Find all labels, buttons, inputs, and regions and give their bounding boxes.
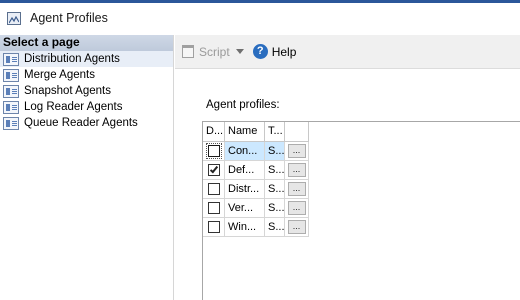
profile-properties-button[interactable]: ...: [287, 144, 306, 158]
page-icon: [3, 84, 19, 98]
sidebar-item-label: Log Reader Agents: [24, 101, 123, 113]
page-icon: [3, 116, 19, 130]
default-cell: [203, 161, 225, 180]
table-row[interactable]: Def... S......: [203, 161, 309, 180]
column-header-action: [285, 122, 309, 142]
sidebar-item-label: Merge Agents: [24, 69, 95, 81]
profile-name-cell[interactable]: Win...: [225, 218, 265, 237]
action-cell: ...: [285, 142, 309, 161]
default-cell: [203, 180, 225, 199]
script-label: Script: [199, 44, 230, 59]
window-app-icon: [7, 11, 21, 25]
main-panel: Script ? Help Agent profiles: D... Name …: [175, 35, 520, 300]
profile-type-cell[interactable]: S...: [265, 218, 285, 237]
help-icon: ?: [252, 44, 268, 59]
agent-profiles-grid: D... Name T... Con... S...... Def... S.....…: [202, 121, 520, 300]
default-cell: [203, 142, 225, 161]
table-row[interactable]: Distr... S......: [203, 180, 309, 199]
profile-name-cell[interactable]: Def...: [225, 161, 265, 180]
profile-properties-button[interactable]: ...: [287, 163, 306, 177]
grid-header: D... Name T...: [203, 122, 309, 142]
action-cell: ...: [285, 218, 309, 237]
default-checkbox[interactable]: [207, 183, 220, 195]
default-checkbox[interactable]: [207, 164, 220, 176]
sidebar-header: Select a page: [0, 35, 173, 51]
profile-name-cell[interactable]: Ver...: [225, 199, 265, 218]
action-cell: ...: [285, 161, 309, 180]
sidebar-item-log-reader-agents[interactable]: Log Reader Agents: [0, 99, 173, 115]
action-cell: ...: [285, 199, 309, 218]
sidebar-item-label: Distribution Agents: [24, 53, 120, 65]
sidebar-item-label: Snapshot Agents: [24, 85, 111, 97]
profile-properties-button[interactable]: ...: [287, 201, 306, 215]
title-bar: Agent Profiles: [0, 3, 520, 33]
script-icon: [182, 45, 194, 58]
profile-type-cell[interactable]: S...: [265, 180, 285, 199]
sidebar-item-snapshot-agents[interactable]: Snapshot Agents: [0, 83, 173, 99]
script-button[interactable]: Script: [182, 45, 230, 59]
page-selector-panel: Select a page Distribution Agents Merge A…: [0, 35, 174, 300]
help-button[interactable]: ? Help: [252, 44, 297, 59]
checkmark-icon: [209, 164, 218, 174]
sidebar-item-queue-reader-agents[interactable]: Queue Reader Agents: [0, 115, 173, 131]
column-header-default[interactable]: D...: [203, 122, 225, 142]
table-row[interactable]: Ver... S......: [203, 199, 309, 218]
profile-properties-button[interactable]: ...: [287, 220, 306, 234]
sidebar-item-label: Queue Reader Agents: [24, 117, 138, 129]
default-checkbox[interactable]: [205, 143, 222, 159]
default-cell: [203, 199, 225, 218]
table-row[interactable]: Con... S......: [203, 142, 309, 161]
page-icon: [3, 52, 19, 66]
column-header-name[interactable]: Name: [225, 122, 265, 142]
default-checkbox[interactable]: [207, 202, 220, 214]
profile-name-cell[interactable]: Con...: [225, 142, 265, 161]
profile-type-cell[interactable]: S...: [265, 161, 285, 180]
sidebar-item-distribution-agents[interactable]: Distribution Agents: [0, 51, 173, 67]
default-cell: [203, 218, 225, 237]
profile-name-cell[interactable]: Distr...: [225, 180, 265, 199]
column-header-type[interactable]: T...: [265, 122, 285, 142]
window-title: Agent Profiles: [30, 11, 108, 25]
profile-type-cell[interactable]: S...: [265, 142, 285, 161]
default-checkbox[interactable]: [207, 221, 220, 233]
page-icon: [3, 68, 19, 82]
sidebar-list: Distribution Agents Merge Agents Snapshot …: [0, 51, 173, 131]
profile-properties-button[interactable]: ...: [287, 182, 306, 196]
toolbar: Script ? Help: [175, 35, 520, 69]
sidebar-item-merge-agents[interactable]: Merge Agents: [0, 67, 173, 83]
agent-profiles-label: Agent profiles:: [206, 99, 280, 111]
table-row[interactable]: Win... S......: [203, 218, 309, 237]
help-label: Help: [271, 44, 297, 59]
action-cell: ...: [285, 180, 309, 199]
page-icon: [3, 100, 19, 114]
chevron-down-icon[interactable]: [235, 49, 244, 54]
profile-type-cell[interactable]: S...: [265, 199, 285, 218]
